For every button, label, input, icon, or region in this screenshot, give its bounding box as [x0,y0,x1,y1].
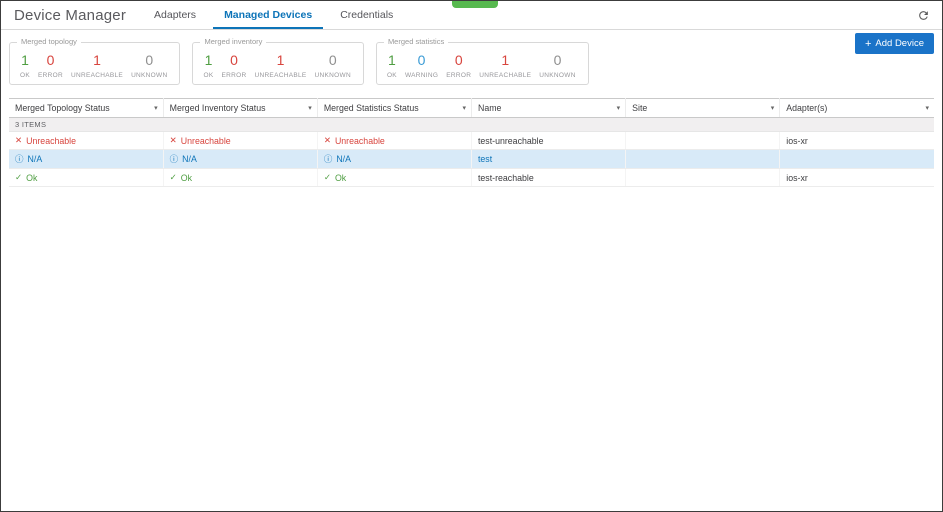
stat-unreachable: 1 UNREACHABLE [70,52,124,79]
info-icon: ⓘ [323,154,333,164]
tab-adapters[interactable]: Adapters [140,1,210,29]
stat-error: 0 ERROR [221,52,247,79]
merged-topology-card: Merged topology 1 OK 0 ERROR 1 UNREACHAB… [9,37,181,85]
column-label: Merged Inventory Status [169,103,266,113]
stat-warning: 0 WARNING [404,52,439,79]
stat-unknown: 0 UNKNOWN [131,52,168,79]
cell-statistics-status: ⓘ N/A [317,149,472,169]
cell-adapters: ios-xr [779,131,934,150]
chevron-down-icon[interactable]: ▾ [925,104,929,112]
cell-inventory-status: ✓ Ok [163,168,318,187]
status-label: N/A [182,154,197,164]
status-label: Ok [180,172,193,183]
cell-topology-status: ✕ Unreachable [9,131,164,150]
stat-ok: 1 OK [20,52,30,79]
column-header-merged-statistics-status[interactable]: Merged Statistics Status ▾ [317,98,472,118]
column-header-name[interactable]: Name ▾ [471,98,627,118]
device-name[interactable]: test-reachable [471,168,627,187]
stats: 1 OK 0 WARNING 0 ERROR 1 UNREACHABLE 0 U… [387,53,576,79]
card-title: Merged topology [17,37,81,46]
add-device-button[interactable]: + Add Device [854,33,934,54]
chevron-down-icon[interactable]: ▾ [308,104,312,112]
merged-inventory-card: Merged inventory 1 OK 0 ERROR 1 UNREACHA… [192,37,364,85]
x-icon: ✕ [169,135,177,145]
cell-site [625,131,781,150]
tab-bar: Adapters Managed Devices Credentials [140,1,407,29]
cell-inventory-status: ✕ Unreachable [163,131,318,150]
stat-unreachable: 1 UNREACHABLE [479,52,532,79]
table-row[interactable]: ✕ Unreachable ✕ Unreachable ✕ Unreachabl… [9,131,934,150]
info-icon: ⓘ [169,154,179,164]
cell-statistics-status: ✓ Ok [317,168,472,187]
device-name[interactable]: test-unreachable [471,131,627,150]
column-label: Merged Statistics Status [323,103,419,113]
column-header-merged-inventory-status[interactable]: Merged Inventory Status ▾ [163,98,318,118]
column-header-merged-topology-status[interactable]: Merged Topology Status ▾ [9,98,164,118]
column-label: Name [477,103,502,113]
stats: 1 OK 0 ERROR 1 UNREACHABLE 0 UNKNOWN [203,53,350,79]
add-device-label: Add Device [875,38,924,49]
column-label: Merged Topology Status [15,103,110,113]
plus-icon: + [864,37,872,50]
chevron-down-icon[interactable]: ▾ [154,104,158,112]
cell-site [625,168,781,187]
cell-inventory-status: ⓘ N/A [163,149,318,169]
column-header-adapters[interactable]: Adapter(s) ▾ [779,98,934,118]
status-label: Ok [26,172,38,183]
chevron-down-icon[interactable]: ▾ [617,104,621,112]
status-label: N/A [27,154,43,164]
success-toast [452,1,498,8]
stat-unknown: 0 UNKNOWN [539,52,576,79]
page-title: Device Manager [14,6,127,24]
cell-statistics-status: ✕ Unreachable [317,131,472,150]
status-label: Unreachable [334,135,385,146]
managed-devices-table: Merged Topology Status ▾ Merged Inventor… [9,98,934,187]
device-manager-window: Device Manager Adapters Managed Devices … [0,0,943,512]
merged-statistics-card: Merged statistics 1 OK 0 WARNING 0 ERROR [375,37,589,85]
status-label: Ok [334,172,347,183]
cell-topology-status: ⓘ N/A [9,149,164,169]
items-count-label: 3 ITEMS [9,117,934,132]
table-header-row: Merged Topology Status ▾ Merged Inventor… [9,98,934,118]
cell-adapters: ios-xr [779,168,934,187]
stat-error: 0 ERROR [446,52,472,79]
stat-unreachable: 1 UNREACHABLE [254,52,307,79]
stat-unknown: 0 UNKNOWN [314,52,351,79]
status-label: Unreachable [26,135,77,146]
column-label: Adapter(s) [786,103,828,113]
status-cards-row: Merged topology 1 OK 0 ERROR 1 UNREACHAB… [9,37,934,85]
card-title: Merged inventory [200,37,267,46]
tab-credentials[interactable]: Credentials [326,1,407,29]
info-icon: ⓘ [15,154,24,164]
card-title: Merged statistics [383,37,449,46]
stat-ok: 1 OK [386,52,397,79]
cell-site [625,149,781,169]
stat-ok: 1 OK [203,52,214,79]
main-content: + Add Device Merged topology 1 OK 0 ERRO… [1,30,942,187]
cell-adapters [779,149,934,169]
table-row[interactable]: ✓ Ok ✓ Ok ✓ Ok test-reachable ios-xr [9,168,934,187]
check-icon: ✓ [15,172,23,182]
column-label: Site [632,103,648,113]
chevron-down-icon[interactable]: ▾ [771,104,775,112]
chevron-down-icon[interactable]: ▾ [462,104,466,112]
refresh-icon[interactable] [914,6,932,24]
x-icon: ✕ [15,135,23,145]
table-row[interactable]: ⓘ N/A ⓘ N/A ⓘ N/A test [9,149,934,169]
status-label: N/A [336,154,351,164]
items-count-row: 3 ITEMS [9,117,934,132]
x-icon: ✕ [323,135,331,145]
status-label: Unreachable [180,135,231,146]
column-header-site[interactable]: Site ▾ [625,98,781,118]
stat-error: 0 ERROR [38,52,63,79]
check-icon: ✓ [169,172,177,182]
check-icon: ✓ [323,172,331,182]
tab-managed-devices[interactable]: Managed Devices [210,1,326,29]
cell-topology-status: ✓ Ok [9,168,164,187]
stats: 1 OK 0 ERROR 1 UNREACHABLE 0 UNKNOWN [20,53,167,79]
device-name[interactable]: test [471,149,627,169]
